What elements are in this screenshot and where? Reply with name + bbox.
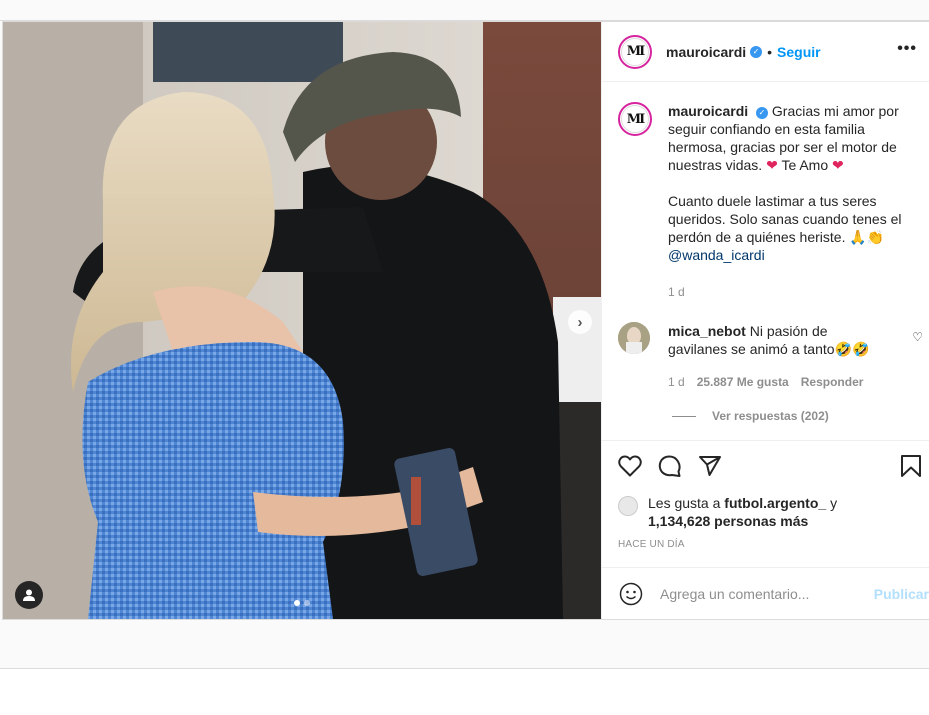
replies-divider: [672, 415, 696, 417]
next-photo-button[interactable]: ›: [568, 310, 592, 334]
emoji-button[interactable]: [618, 581, 644, 607]
reply-button[interactable]: Responder: [801, 375, 864, 389]
follow-button[interactable]: Seguir: [777, 44, 821, 60]
photo-illustration: [3, 22, 601, 619]
post-sidebar: MI mauroicardi ✓ • Seguir ••• MI mauroic…: [601, 22, 929, 619]
save-button[interactable]: [897, 452, 925, 480]
likes-count[interactable]: 1,134,628 personas más: [648, 513, 808, 529]
page-footer-area: [0, 669, 929, 715]
liker-username[interactable]: futbol.argento_: [724, 495, 826, 511]
comment-username[interactable]: mica_nebot: [668, 323, 746, 339]
comment-bubble-icon: [658, 455, 681, 477]
user-icon: [23, 589, 35, 601]
header-separator: •: [767, 43, 773, 60]
caption-username[interactable]: mauroicardi: [668, 103, 748, 119]
caption-timestamp[interactable]: 1 d: [668, 285, 685, 299]
comment-avatar[interactable]: [618, 322, 650, 354]
view-replies-label: Ver respuestas (202): [712, 409, 829, 423]
username-link[interactable]: mauroicardi: [666, 44, 746, 60]
post-photo[interactable]: ›: [3, 22, 601, 619]
heart-emoji: ❤: [766, 157, 778, 173]
like-button[interactable]: [616, 452, 644, 480]
comment-avatar-image: [618, 322, 650, 354]
comment-like-heart-icon[interactable]: ♡: [912, 330, 923, 344]
caption-avatar-logo: MI: [621, 105, 649, 133]
avatar-logo: MI: [621, 37, 649, 66]
share-button[interactable]: [696, 452, 724, 480]
post-card: › MI mauroicardi ✓ • Seguir ••• MI mauro…: [2, 21, 929, 620]
caption: MI mauroicardi ✓ Gracias mi amor por seg…: [618, 102, 923, 264]
mention-link[interactable]: @wanda_icardi: [668, 247, 765, 263]
avatar[interactable]: MI: [618, 34, 652, 69]
caption-avatar[interactable]: MI: [618, 102, 652, 136]
comment-emojis: 🤣🤣: [834, 341, 870, 357]
likes-prefix: Les gusta a: [648, 495, 721, 511]
comment: mica_nebot Ni pasión de gavilanes se ani…: [618, 322, 923, 358]
publish-button[interactable]: Publicar: [874, 586, 929, 602]
caption-te-amo: Te Amo: [781, 157, 829, 173]
add-comment-divider: [602, 567, 929, 568]
carousel-dot: [304, 600, 310, 606]
caption-verified-badge-icon: ✓: [756, 107, 769, 119]
liker-avatar[interactable]: [618, 496, 638, 516]
comment-meta: 1 d 25.887 Me gusta Responder: [668, 375, 863, 389]
page-bottom-band: [0, 620, 929, 668]
carousel-dot-active: [294, 600, 300, 606]
send-icon: [699, 456, 721, 476]
actions-divider: [602, 440, 929, 441]
likes-conjunction: y: [830, 495, 838, 511]
likes-text: Les gusta a futbol.argento_ y 1,134,628 …: [648, 494, 837, 530]
tagged-users-button[interactable]: [15, 581, 43, 609]
verified-badge-icon: ✓: [750, 45, 763, 58]
comment-button[interactable]: [656, 452, 684, 480]
carousel-indicator: [294, 600, 310, 606]
heart-icon: [618, 455, 642, 477]
comment-text: mica_nebot Ni pasión de gavilanes se ani…: [668, 322, 883, 358]
more-options-icon[interactable]: •••: [897, 40, 917, 58]
post-header: MI mauroicardi ✓ • Seguir •••: [602, 22, 929, 82]
comment-likes-count[interactable]: 25.887 Me gusta: [697, 375, 789, 389]
bookmark-icon: [901, 455, 921, 477]
comment-input[interactable]: [660, 586, 860, 602]
heart-emoji: ❤: [832, 157, 844, 173]
add-comment-form: Publicar: [618, 580, 929, 608]
action-bar: [618, 452, 923, 482]
likes-summary: Les gusta a futbol.argento_ y 1,134,628 …: [618, 494, 837, 530]
smiley-icon: [619, 582, 643, 606]
view-replies-button[interactable]: Ver respuestas (202): [672, 409, 829, 423]
caption-text: mauroicardi ✓ Gracias mi amor por seguir…: [668, 102, 918, 264]
caption-emojis: 🙏👏: [849, 229, 885, 245]
post-time-ago[interactable]: HACE UN DÍA: [618, 539, 685, 550]
comment-timestamp[interactable]: 1 d: [668, 375, 685, 389]
